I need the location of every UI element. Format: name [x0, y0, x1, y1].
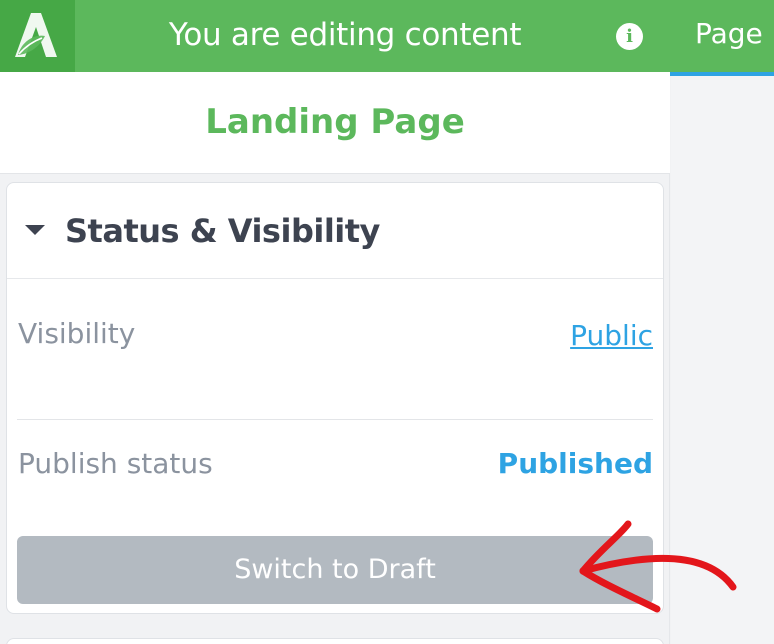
publish-status-label: Publish status [18, 447, 213, 480]
switch-to-draft-button[interactable]: Switch to Draft [17, 536, 653, 604]
logo-icon [15, 13, 57, 57]
tab-page[interactable]: Page [670, 0, 774, 76]
publish-status-value: Published [497, 447, 653, 480]
divider [17, 419, 653, 420]
document-title: Landing Page [205, 102, 465, 142]
editing-mode-title: You are editing content [168, 17, 522, 53]
editor-header-bar: You are editing content i [0, 0, 670, 72]
tab-page-label: Page [695, 17, 763, 50]
document-title-bar: Landing Page [0, 72, 670, 174]
status-visibility-toggle[interactable]: Status & Visibility [7, 183, 663, 279]
visibility-label: Visibility [18, 317, 136, 350]
switch-to-draft-label: Switch to Draft [234, 554, 436, 585]
red-arrow-annotation [579, 520, 737, 613]
info-icon: i [626, 26, 633, 47]
caret-down-icon [25, 225, 45, 235]
next-panel [6, 638, 664, 644]
section-title: Status & Visibility [65, 212, 380, 250]
info-button[interactable]: i [616, 23, 643, 50]
visibility-link[interactable]: Public [570, 319, 653, 352]
app-logo[interactable] [0, 0, 75, 72]
